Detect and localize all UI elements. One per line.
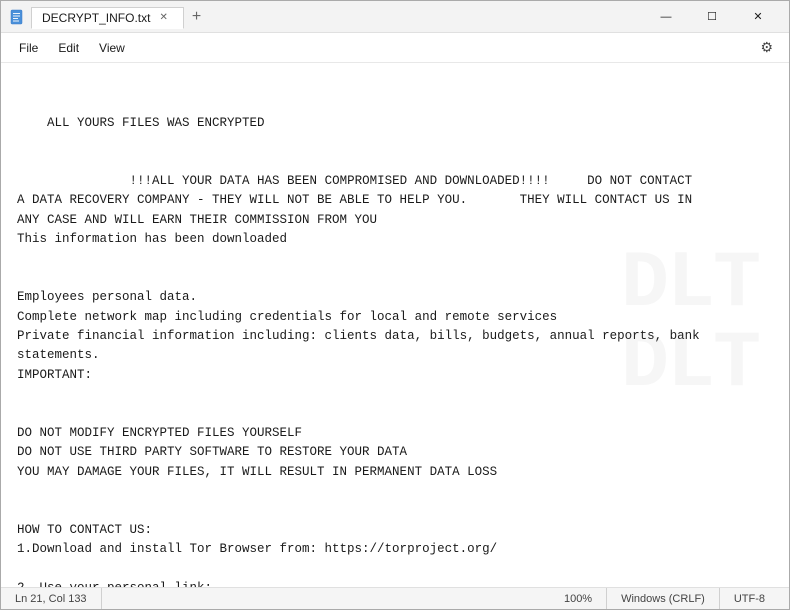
notepad-window: DECRYPT_INFO.txt ✕ + — ☐ ✕ File Edit Vie… [0, 0, 790, 610]
minimize-button[interactable]: — [643, 1, 689, 33]
title-bar: DECRYPT_INFO.txt ✕ + — ☐ ✕ [1, 1, 789, 33]
text-editor[interactable]: DLTDLT ALL YOURS FILES WAS ENCRYPTED !!!… [1, 63, 789, 587]
menu-bar: File Edit View ⚙ [1, 33, 789, 63]
line-ending[interactable]: Windows (CRLF) [607, 588, 720, 609]
status-bar: Ln 21, Col 133 100% Windows (CRLF) UTF-8 [1, 587, 789, 609]
tab-close-button[interactable]: ✕ [156, 11, 170, 24]
menu-file[interactable]: File [9, 37, 48, 59]
tab-filename: DECRYPT_INFO.txt [42, 11, 150, 25]
maximize-button[interactable]: ☐ [689, 1, 735, 33]
new-tab-button[interactable]: + [186, 8, 207, 26]
encoding[interactable]: UTF-8 [720, 588, 779, 609]
watermark: DLTDLT [621, 245, 759, 405]
active-tab[interactable]: DECRYPT_INFO.txt ✕ [31, 7, 184, 29]
menu-edit[interactable]: Edit [48, 37, 89, 59]
zoom-level[interactable]: 100% [550, 588, 607, 609]
menu-view[interactable]: View [89, 37, 135, 59]
app-icon [9, 9, 25, 25]
settings-button[interactable]: ⚙ [752, 35, 781, 60]
close-button[interactable]: ✕ [735, 1, 781, 33]
window-controls: — ☐ ✕ [643, 1, 781, 33]
cursor-position: Ln 21, Col 133 [11, 588, 102, 609]
editor-content: ALL YOURS FILES WAS ENCRYPTED !!!ALL YOU… [17, 116, 700, 587]
